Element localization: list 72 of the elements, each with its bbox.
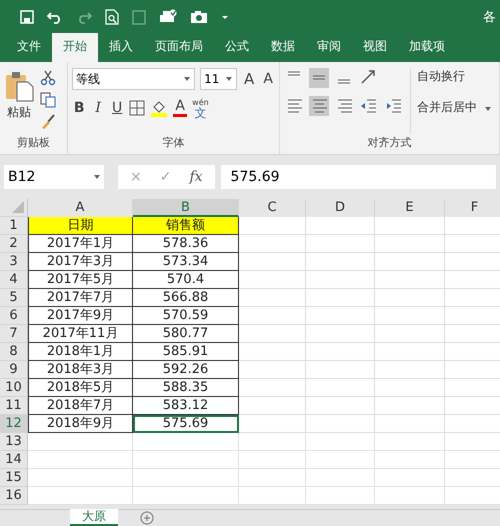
- fill-color-icon[interactable]: [150, 99, 168, 117]
- row-header[interactable]: 16: [0, 487, 28, 505]
- paste-icon: [4, 70, 34, 102]
- row-header[interactable]: 15: [0, 469, 28, 487]
- print-preview-icon[interactable]: [105, 8, 119, 24]
- name-box[interactable]: B12: [4, 165, 104, 189]
- ribbon-tab[interactable]: 审阅: [306, 33, 352, 62]
- row-header[interactable]: 7: [0, 325, 28, 343]
- italic-button[interactable]: I: [91, 100, 106, 116]
- caret-icon: [94, 175, 100, 179]
- caret-icon: [226, 77, 232, 81]
- horizontal-align-icon[interactable]: [309, 96, 330, 116]
- grow-font-button[interactable]: A: [242, 70, 256, 88]
- table-cell: 销售额: [133, 217, 239, 235]
- column-header[interactable]: B: [133, 199, 239, 217]
- formula-field[interactable]: 575.69: [220, 165, 496, 189]
- row-header[interactable]: 13: [0, 433, 28, 451]
- ribbon-tab[interactable]: 数据: [260, 33, 306, 62]
- insert-function-button[interactable]: fx: [189, 169, 203, 185]
- group-label: 剪贴板: [16, 135, 52, 151]
- font-name-field[interactable]: 等线: [72, 68, 196, 90]
- phonetic-button[interactable]: wén 文: [192, 98, 209, 118]
- clipboard-icon[interactable]: [132, 8, 146, 24]
- ribbon-tab[interactable]: 开始: [52, 33, 98, 62]
- save-icon[interactable]: [20, 10, 34, 24]
- table-cell: [375, 487, 445, 505]
- ribbon-tab[interactable]: 加载项: [398, 33, 456, 62]
- border-icon[interactable]: [129, 100, 146, 116]
- caret-icon: [485, 107, 491, 111]
- undo-icon[interactable]: [47, 10, 63, 24]
- row-header[interactable]: 14: [0, 451, 28, 469]
- paste-button[interactable]: 粘贴: [4, 68, 34, 134]
- table-cell: 575.69: [133, 415, 239, 433]
- row-header[interactable]: 6: [0, 307, 28, 325]
- printer-icon[interactable]: [159, 8, 177, 24]
- ribbon-tab[interactable]: 文件: [6, 33, 52, 62]
- row-header[interactable]: 10: [0, 379, 28, 397]
- table-cell: 583.12: [133, 397, 239, 415]
- camera-icon[interactable]: [190, 10, 208, 24]
- font-color-button[interactable]: A: [173, 99, 188, 117]
- table-cell: [306, 487, 375, 505]
- vertical-align-icon[interactable]: [309, 68, 330, 88]
- font-size-field[interactable]: 11: [200, 68, 238, 90]
- window-title: 各: [483, 8, 497, 26]
- underline-button[interactable]: U: [110, 100, 124, 116]
- scissors-icon[interactable]: [40, 70, 56, 86]
- merge-center-button[interactable]: 合并后居中: [417, 99, 495, 116]
- caret-icon: [184, 77, 190, 81]
- ribbon-tab[interactable]: 视图: [352, 33, 398, 62]
- row-header[interactable]: 3: [0, 253, 28, 271]
- wrap-text-button[interactable]: 自动换行: [417, 68, 495, 85]
- row-header[interactable]: 8: [0, 343, 28, 361]
- bold-button[interactable]: B: [72, 100, 86, 116]
- sheet-tab[interactable]: 大原: [70, 509, 118, 526]
- row-header[interactable]: 1: [0, 217, 28, 235]
- row-header[interactable]: 9: [0, 361, 28, 379]
- ribbon-tab[interactable]: 插入: [98, 33, 144, 62]
- row-header[interactable]: 5: [0, 289, 28, 307]
- row-header[interactable]: 12: [0, 415, 28, 433]
- table-cell: 日期: [28, 217, 133, 235]
- group-label: 对齐方式: [366, 135, 413, 151]
- row-header[interactable]: 11: [0, 397, 28, 415]
- brush-icon[interactable]: [40, 114, 56, 130]
- row-header[interactable]: 2: [0, 235, 28, 253]
- table-cell: [239, 487, 306, 505]
- row-header[interactable]: 4: [0, 271, 28, 289]
- ribbon-tab[interactable]: 页面布局: [144, 33, 214, 62]
- add-sheet-icon[interactable]: [140, 511, 154, 525]
- ribbon-tab[interactable]: 公式: [214, 33, 260, 62]
- shrink-font-button[interactable]: A: [261, 71, 276, 87]
- copy-icon[interactable]: [40, 92, 56, 108]
- group-label: 字体: [162, 135, 186, 151]
